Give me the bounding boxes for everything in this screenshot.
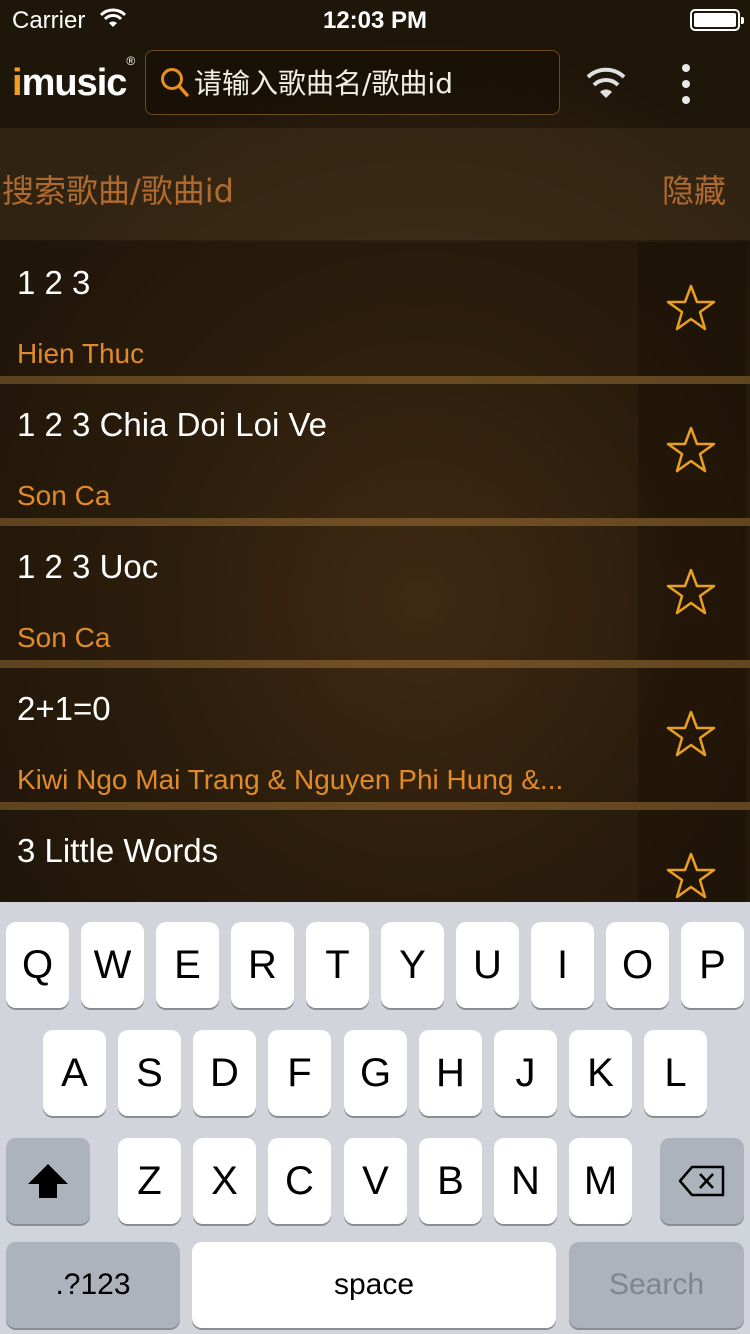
search-icon xyxy=(161,68,189,97)
status-bar: Carrier 12:03 PM xyxy=(0,0,750,40)
delete-key[interactable] xyxy=(660,1138,744,1224)
song-title: 1 2 3 Uoc xyxy=(17,548,159,585)
key-r[interactable]: R xyxy=(231,922,294,1008)
key-t[interactable]: T xyxy=(306,922,369,1008)
key-s[interactable]: S xyxy=(118,1030,181,1116)
key-f[interactable]: F xyxy=(268,1030,331,1116)
row-divider xyxy=(0,660,750,668)
favorite-button[interactable] xyxy=(638,810,746,902)
section-title: 搜索歌曲/歌曲id xyxy=(2,172,234,210)
star-icon xyxy=(666,284,716,331)
key-e[interactable]: E xyxy=(156,922,219,1008)
key-c[interactable]: C xyxy=(268,1138,331,1224)
song-artist: Son Ca xyxy=(17,622,111,653)
list-item[interactable]: 1 2 3 Chia Doi Loi Ve Son Ca xyxy=(0,384,750,526)
star-icon xyxy=(666,710,716,757)
star-icon xyxy=(666,568,716,615)
key-b[interactable]: B xyxy=(419,1138,482,1224)
row-divider xyxy=(0,376,750,384)
search-box[interactable] xyxy=(145,50,560,115)
row-divider xyxy=(0,802,750,810)
backspace-icon xyxy=(678,1165,725,1197)
on-screen-keyboard: Q W E R T Y U I O P A S D F G H J K L Z … xyxy=(0,902,750,1334)
key-q[interactable]: Q xyxy=(6,922,69,1008)
favorite-button[interactable] xyxy=(638,384,746,518)
song-title: 1 2 3 xyxy=(17,264,91,301)
key-i[interactable]: I xyxy=(531,922,594,1008)
song-title: 1 2 3 Chia Doi Loi Ve xyxy=(17,406,328,443)
key-o[interactable]: O xyxy=(606,922,669,1008)
space-key[interactable]: space xyxy=(192,1242,556,1328)
key-d[interactable]: D xyxy=(193,1030,256,1116)
song-artist: Hien Thuc xyxy=(17,338,145,369)
list-item[interactable]: 3 Little Words xyxy=(0,810,750,902)
key-w[interactable]: W xyxy=(81,922,144,1008)
list-item[interactable]: 2+1=0 Kiwi Ngo Mai Trang & Nguyen Phi Hu… xyxy=(0,668,750,810)
favorite-button[interactable] xyxy=(638,242,746,376)
star-icon xyxy=(666,852,716,899)
hide-button[interactable]: 隐藏 xyxy=(662,166,726,212)
favorite-button[interactable] xyxy=(638,526,746,660)
key-u[interactable]: U xyxy=(456,922,519,1008)
key-j[interactable]: J xyxy=(494,1030,557,1116)
shift-key[interactable] xyxy=(6,1138,90,1224)
key-h[interactable]: H xyxy=(419,1030,482,1116)
numbers-key[interactable]: .?123 xyxy=(6,1242,180,1328)
key-z[interactable]: Z xyxy=(118,1138,181,1224)
more-menu-icon[interactable] xyxy=(666,62,706,106)
battery-icon xyxy=(690,9,744,31)
key-a[interactable]: A xyxy=(43,1030,106,1116)
key-n[interactable]: N xyxy=(494,1138,557,1224)
key-y[interactable]: Y xyxy=(381,922,444,1008)
list-item[interactable]: 1 2 3 Hien Thuc xyxy=(0,242,750,384)
key-m[interactable]: M xyxy=(569,1138,632,1224)
search-input[interactable] xyxy=(194,61,549,105)
key-v[interactable]: V xyxy=(344,1138,407,1224)
star-icon xyxy=(666,426,716,473)
key-k[interactable]: K xyxy=(569,1030,632,1116)
song-title: 2+1=0 xyxy=(17,690,111,727)
song-artist: Kiwi Ngo Mai Trang & Nguyen Phi Hung &..… xyxy=(17,764,564,795)
shift-icon xyxy=(28,1164,68,1198)
key-p[interactable]: P xyxy=(681,922,744,1008)
search-key[interactable]: Search xyxy=(569,1242,744,1328)
app-header: imusic® xyxy=(0,40,750,128)
wifi-icon[interactable] xyxy=(584,62,628,102)
clock: 12:03 PM xyxy=(322,7,428,34)
key-x[interactable]: X xyxy=(193,1138,256,1224)
song-title: 3 Little Words xyxy=(17,832,219,869)
imusic-logo: imusic® xyxy=(12,54,135,104)
key-l[interactable]: L xyxy=(644,1030,707,1116)
favorite-button[interactable] xyxy=(638,668,746,802)
search-section-header: 搜索歌曲/歌曲id 隐藏 xyxy=(0,128,750,240)
song-list: 1 2 3 Hien Thuc 1 2 3 Chia Doi Loi Ve So… xyxy=(0,242,750,902)
key-g[interactable]: G xyxy=(344,1030,407,1116)
song-artist: Son Ca xyxy=(17,480,111,511)
list-item[interactable]: 1 2 3 Uoc Son Ca xyxy=(0,526,750,668)
row-divider xyxy=(0,518,750,526)
